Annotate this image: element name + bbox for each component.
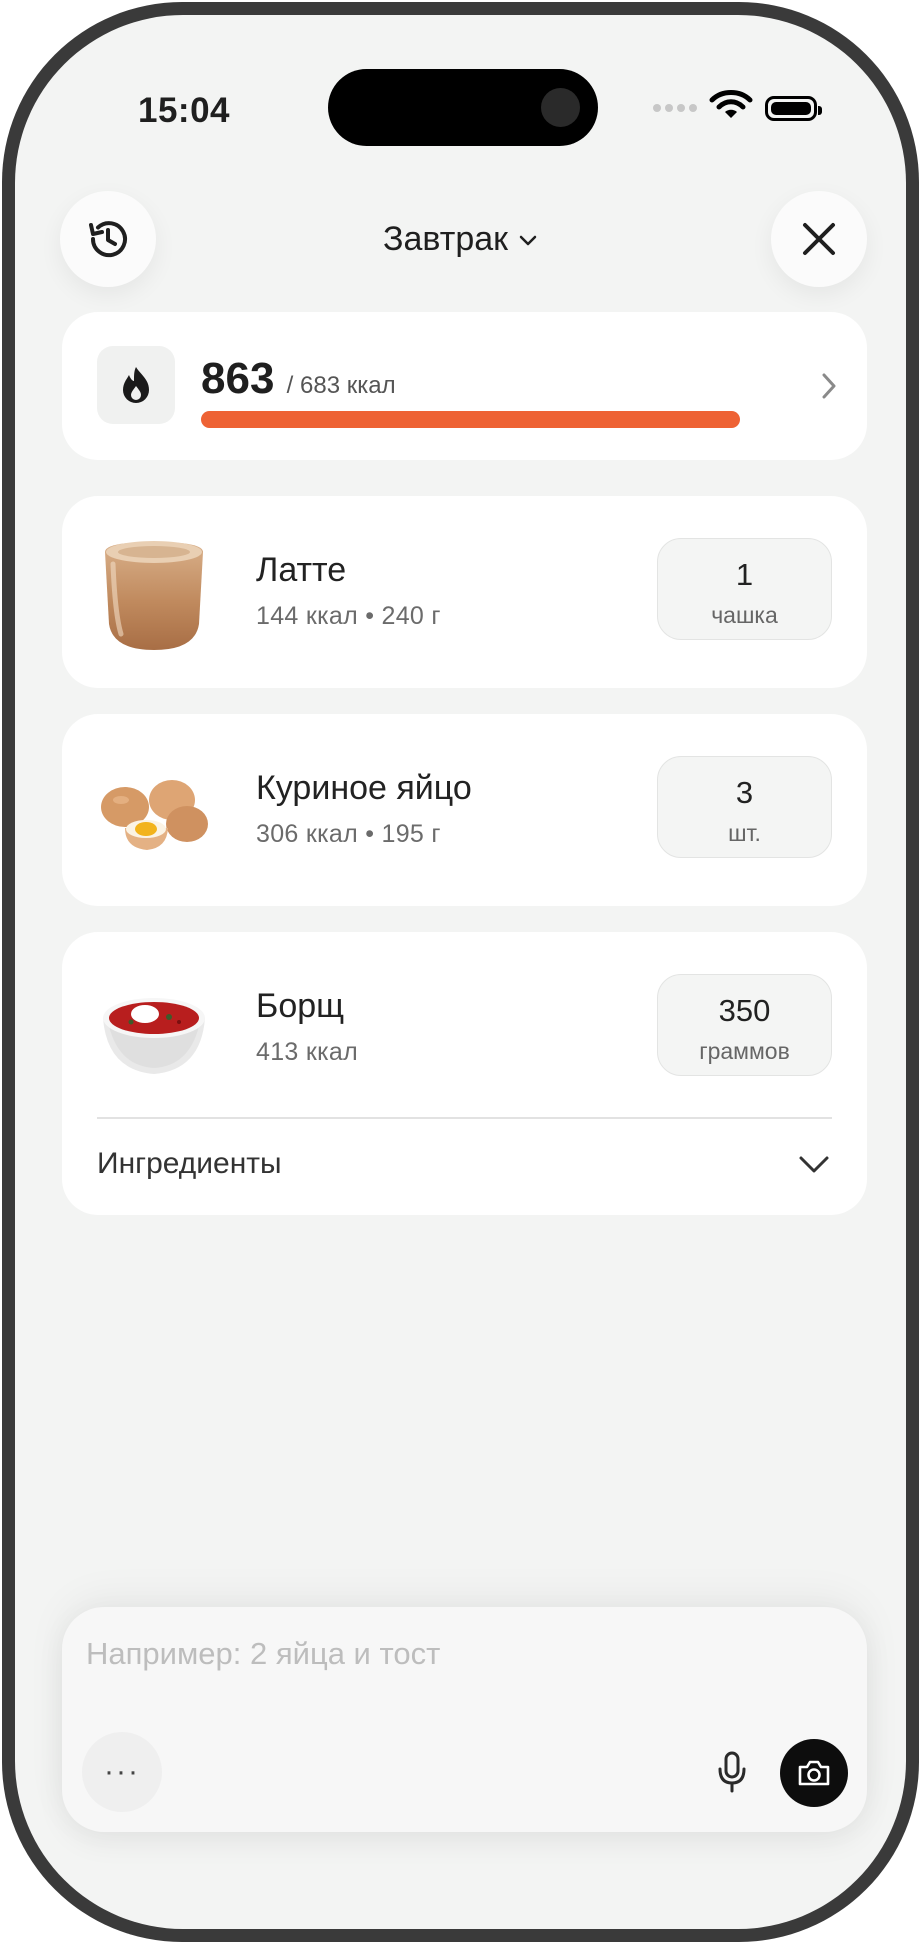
food-item-latte[interactable]: Латте 144 ккал • 240 г 1 чашка — [62, 496, 867, 688]
flame-icon — [123, 367, 149, 403]
food-input-composer: ··· — [62, 1607, 867, 1832]
battery-icon — [765, 96, 822, 121]
flame-icon-box — [97, 346, 175, 424]
quantity-value: 1 — [735, 557, 754, 592]
quantity-unit: шт. — [728, 820, 761, 846]
food-item-borscht[interactable]: Борщ 413 ккал 350 граммов Ингредиенты — [62, 932, 867, 1215]
signal-icon — [653, 104, 697, 114]
meal-title: Завтрак — [382, 220, 509, 258]
quantity-value: 3 — [735, 775, 754, 810]
chevron-right-icon — [822, 373, 836, 399]
calories-progress — [201, 411, 740, 428]
eggs-image — [101, 780, 208, 850]
food-name: Куриное яйцо — [256, 769, 472, 807]
close-button[interactable] — [771, 191, 867, 287]
more-button[interactable]: ··· — [82, 1732, 162, 1812]
quantity-value: 350 — [718, 993, 771, 1028]
dynamic-island — [328, 69, 598, 146]
chevron-down-icon — [519, 235, 537, 246]
status-bar: 15:04 — [15, 15, 906, 146]
app-screen: 15:04 Завтрак 863 / 683 ккал Латте 144 к… — [15, 15, 906, 1929]
calories-current: 863 — [201, 354, 275, 403]
quantity-unit: чашка — [711, 602, 778, 628]
calories-progress-fill — [201, 411, 740, 428]
food-text-input[interactable] — [84, 1635, 788, 1673]
borscht-image — [103, 998, 205, 1074]
calories-goal: / 683 ккал — [286, 372, 396, 399]
phone-frame: 15:04 Завтрак 863 / 683 ккал Латте 144 к… — [2, 2, 919, 1942]
microphone-button[interactable] — [707, 1747, 757, 1797]
calories-summary-card[interactable]: 863 / 683 ккал — [62, 312, 867, 460]
quantity-unit: граммов — [699, 1038, 790, 1064]
ingredients-toggle[interactable]: Ингредиенты — [97, 1147, 282, 1181]
calories-value: 863 / 683 ккал — [201, 354, 396, 404]
food-item-egg[interactable]: Куриное яйцо 306 ккал • 195 г 3 шт. — [62, 714, 867, 906]
camera-button[interactable] — [780, 1739, 848, 1807]
close-icon — [803, 223, 835, 255]
quantity-button[interactable]: 350 граммов — [657, 974, 832, 1076]
divider — [97, 1117, 832, 1119]
status-time: 15:04 — [138, 91, 231, 130]
quantity-button[interactable]: 3 шт. — [657, 756, 832, 858]
wifi-icon — [709, 90, 753, 118]
latte-image — [105, 541, 203, 650]
microphone-icon — [718, 1751, 746, 1793]
food-name: Латте — [256, 551, 347, 589]
food-meta: 413 ккал — [256, 1038, 358, 1066]
food-name: Борщ — [256, 987, 345, 1025]
camera-icon — [798, 1760, 830, 1786]
quantity-button[interactable]: 1 чашка — [657, 538, 832, 640]
food-meta: 306 ккал • 195 г — [256, 820, 441, 848]
food-meta: 144 ккал • 240 г — [256, 602, 441, 630]
chevron-down-icon[interactable] — [797, 1154, 831, 1176]
